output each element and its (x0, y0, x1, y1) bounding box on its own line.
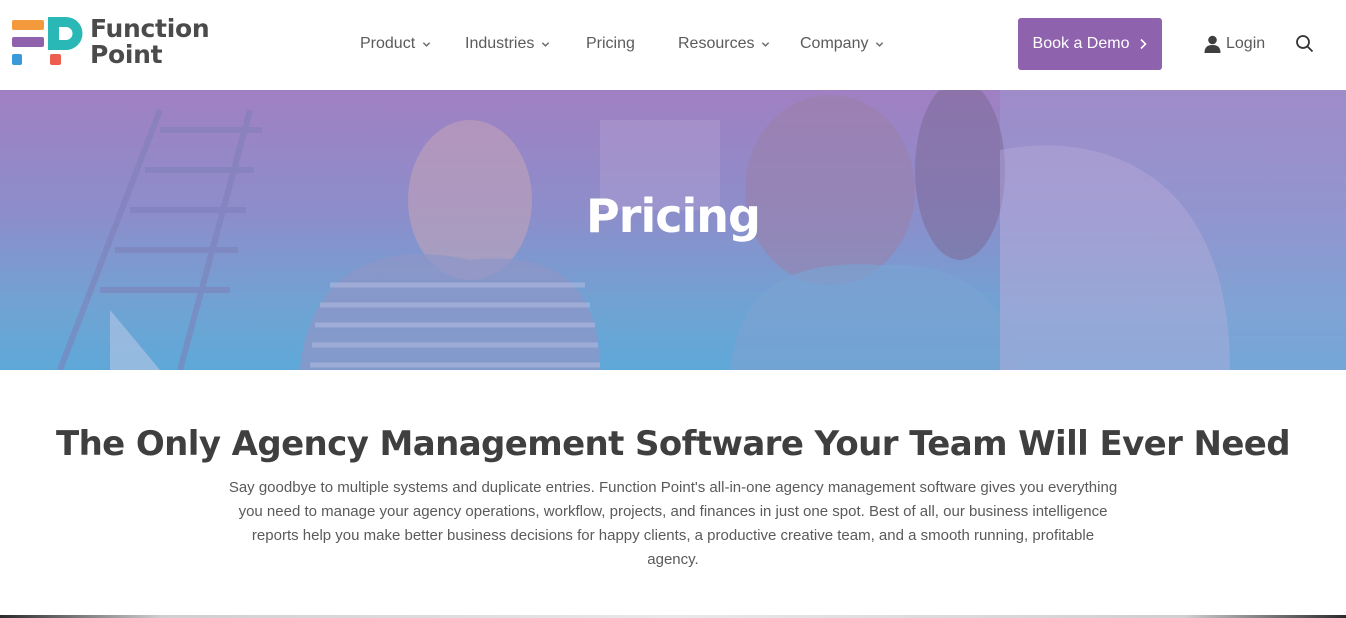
section-description: Say goodbye to multiple systems and dupl… (228, 479, 1118, 568)
book-demo-label: Book a Demo (1032, 35, 1130, 52)
nav-item-pricing[interactable]: Pricing (586, 30, 635, 58)
nav-label: Product (360, 35, 416, 52)
nav-label: Industries (465, 35, 535, 52)
user-icon (1204, 35, 1221, 53)
nav-label: Pricing (586, 35, 635, 52)
login-label: Login (1226, 35, 1266, 52)
chevron-down-icon (762, 41, 770, 47)
hero-title: Pricing (586, 189, 761, 243)
search-icon[interactable] (1295, 34, 1315, 54)
nav-label: Resources (678, 35, 755, 52)
nav-item-company[interactable]: Company (800, 30, 884, 58)
chevron-right-icon (1140, 38, 1148, 50)
nav-label: Company (800, 35, 869, 52)
logo-line-2: Point (90, 40, 163, 69)
logo-mark-icon (12, 17, 84, 69)
book-demo-button[interactable]: Book a Demo (1018, 18, 1162, 70)
hero-banner: Pricing (0, 90, 1346, 370)
site-header: Function Point Product Industries Pricin… (0, 0, 1346, 90)
nav-item-product[interactable]: Product (360, 30, 431, 58)
logo-line-1: Function (90, 14, 210, 43)
chevron-down-icon (542, 41, 550, 47)
login-link[interactable]: Login (1204, 32, 1265, 56)
function-point-logo[interactable]: Function Point (12, 14, 210, 69)
nav-item-resources[interactable]: Resources (678, 30, 770, 58)
nav-item-industries[interactable]: Industries (465, 30, 550, 58)
chevron-down-icon (876, 41, 884, 47)
chevron-down-icon (422, 41, 431, 47)
logo-wordmark: Function Point (90, 14, 210, 69)
section-heading: The Only Agency Management Software Your… (55, 424, 1291, 464)
